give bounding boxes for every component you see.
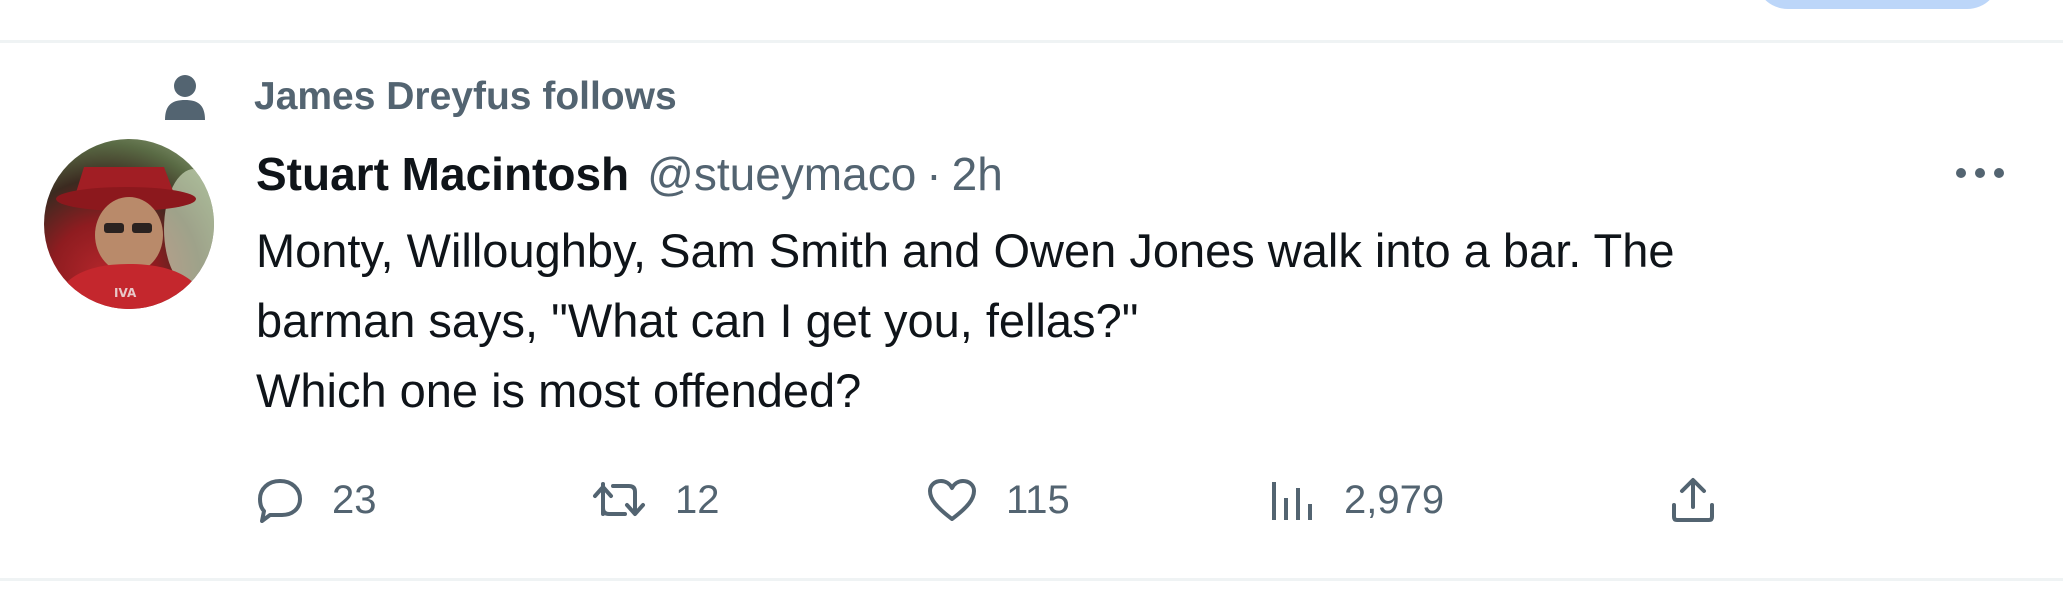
author-handle[interactable]: @stueymaco <box>647 147 916 201</box>
top-divider <box>0 40 2063 43</box>
social-context-text: James Dreyfus follows <box>254 75 677 118</box>
share-icon <box>1668 475 1718 525</box>
share-button[interactable] <box>1668 470 1718 530</box>
social-context[interactable]: James Dreyfus follows <box>160 72 677 122</box>
tweet-text: Monty, Willoughby, Sam Smith and Owen Jo… <box>256 224 1675 417</box>
views-button[interactable]: 2,979 <box>1266 470 1444 530</box>
author-display-name[interactable]: Stuart Macintosh <box>256 147 629 201</box>
reply-button[interactable]: 23 <box>256 470 377 530</box>
user-avatar[interactable]: IVA <box>44 139 214 309</box>
svg-text:IVA: IVA <box>114 286 137 300</box>
tweet-actions: 23 12 115 2,979 <box>256 470 1756 530</box>
retweet-button[interactable]: 12 <box>591 470 720 530</box>
more-button[interactable] <box>1950 150 2010 200</box>
views-count: 2,979 <box>1344 477 1445 522</box>
like-button[interactable]: 115 <box>926 470 1070 530</box>
person-icon <box>160 72 210 122</box>
tweet-timestamp[interactable]: 2h <box>952 147 1003 201</box>
retweet-icon <box>591 478 647 522</box>
reply-icon <box>256 477 304 523</box>
bottom-divider <box>0 578 2063 581</box>
tweet-content: Stuart Macintosh @stueymaco · 2h Monty, … <box>256 144 1986 426</box>
header-separator: · <box>926 148 942 200</box>
retweet-count: 12 <box>675 477 720 522</box>
reply-count: 23 <box>332 477 377 522</box>
heart-icon <box>926 477 978 523</box>
tweet-header: Stuart Macintosh @stueymaco · 2h <box>256 144 1986 204</box>
views-chart-icon <box>1266 476 1316 524</box>
like-count: 115 <box>1006 477 1070 522</box>
follow-button-fragment[interactable] <box>1755 0 2000 9</box>
more-horizontal-icon <box>1955 166 2005 184</box>
